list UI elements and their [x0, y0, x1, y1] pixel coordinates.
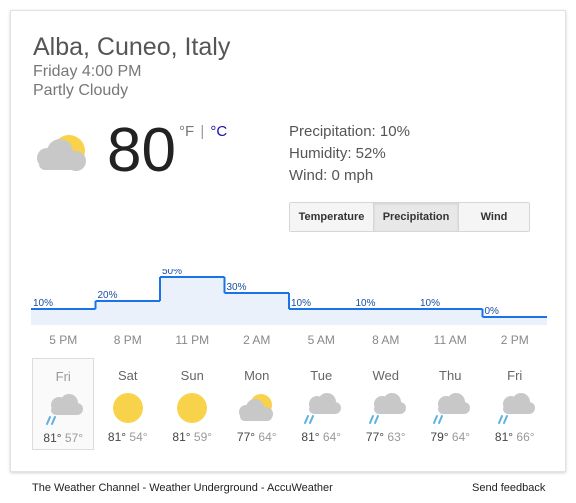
high-temp: 81° — [43, 431, 62, 445]
unit-switcher: °F | °C — [179, 123, 227, 140]
day-name: Wed — [372, 368, 400, 383]
unit-celsius[interactable]: °C — [210, 123, 227, 140]
rain-cloud-icon — [46, 394, 84, 425]
weather-card: Alba, Cuneo, Italy Friday 4:00 PM Partly… — [10, 10, 566, 472]
day-name: Sat — [117, 368, 138, 383]
low-temp: 59° — [193, 430, 213, 444]
day-temps: 81° 57° — [33, 431, 93, 445]
precip-bar-fill — [224, 293, 289, 325]
chart-mode-toggle: Temperature Precipitation Wind — [289, 202, 530, 232]
day-forecast[interactable]: Mon 77° 64° — [226, 358, 288, 450]
day-name: Fri — [55, 369, 71, 384]
day-temps: 79° 64° — [419, 430, 481, 444]
rain-cloud-icon — [497, 393, 535, 424]
precip-bar-fill — [289, 309, 354, 325]
precip-bar-fill — [95, 301, 160, 325]
day-name: Tue — [310, 368, 333, 383]
hour-label: 5 PM — [49, 333, 78, 347]
low-temp: 54° — [129, 430, 148, 444]
day-temps: 81° 66° — [484, 430, 546, 444]
day-forecast[interactable]: Tue 81° 64° — [290, 358, 352, 450]
unit-separator: | — [200, 123, 205, 140]
rain-cloud-icon — [433, 393, 471, 424]
high-temp: 81° — [494, 430, 514, 444]
hour-label: 11 PM — [175, 333, 210, 347]
wind-button[interactable]: Wind — [459, 203, 529, 231]
day-temps: 81° 59° — [161, 430, 223, 444]
day-name: Mon — [244, 368, 270, 383]
precip-bar-fill — [160, 277, 225, 325]
day-forecast[interactable]: Sat 81° 54° — [97, 358, 159, 450]
datetime: Friday 4:00 PM — [33, 63, 142, 80]
high-temp: 81° — [107, 430, 127, 444]
humidity-detail: Humidity: 52% — [289, 145, 386, 162]
low-temp: 66° — [516, 430, 535, 444]
precip-label: 0% — [485, 306, 500, 317]
hour-label: 8 AM — [372, 333, 400, 347]
day-name: Sun — [180, 368, 204, 383]
precip-label: 10% — [356, 298, 376, 309]
day-forecast[interactable]: Fri 81° 66° — [484, 358, 546, 450]
precip-label: 30% — [227, 282, 247, 293]
precip-label: 50% — [162, 269, 182, 277]
hour-label: 2 PM — [500, 333, 529, 347]
day-temps: 77° 64° — [226, 430, 288, 444]
high-temp: 77° — [236, 430, 256, 444]
precip-bar-fill — [482, 317, 547, 325]
precip-label: 10% — [420, 298, 440, 309]
day-name: Thu — [439, 368, 462, 383]
low-temp: 64° — [322, 430, 342, 444]
high-temp: 81° — [301, 430, 320, 444]
high-temp: 77° — [365, 430, 385, 444]
temperature-button[interactable]: Temperature — [290, 203, 374, 231]
precip-label: 10% — [291, 298, 311, 309]
partly-cloudy-icon — [37, 135, 86, 171]
precipitation-chart: 10% 20% 50% 30% 10% 10% 10% 0% — [31, 269, 547, 325]
day-name: Fri — [507, 368, 523, 383]
high-temp: 81° — [172, 430, 191, 444]
rain-cloud-icon — [368, 393, 406, 424]
partly-cloudy-icon — [238, 394, 273, 421]
sun-icon — [112, 393, 143, 423]
hour-label: 11 AM — [433, 333, 467, 347]
hour-label: 2 AM — [243, 333, 271, 347]
hour-label: 5 AM — [307, 333, 335, 347]
precipitation-button[interactable]: Precipitation — [374, 203, 459, 231]
condition: Partly Cloudy — [33, 82, 129, 99]
low-temp: 57° — [64, 431, 84, 445]
precip-label: 10% — [33, 298, 53, 309]
day-forecast[interactable]: Thu 79° 64° — [419, 358, 481, 450]
rain-cloud-icon — [304, 393, 342, 424]
day-forecast[interactable]: Wed 77° 63° — [355, 358, 417, 450]
unit-fahrenheit[interactable]: °F — [179, 123, 194, 140]
day-temps: 81° 54° — [97, 430, 159, 444]
precip-bar-fill — [418, 309, 483, 325]
current-temperature: 80 — [107, 116, 176, 185]
send-feedback-link[interactable]: Send feedback — [472, 482, 545, 494]
day-temps: 81° 64° — [290, 430, 352, 444]
sun-icon — [177, 393, 208, 423]
precip-bar-fill — [353, 309, 418, 325]
day-forecast[interactable]: Fri 81° 57° — [32, 358, 95, 450]
hour-axis: 5 PM 8 PM 11 PM 2 AM 5 AM 8 AM 11 AM 2 PM — [31, 333, 547, 349]
low-temp: 64° — [258, 430, 277, 444]
hour-label: 8 PM — [113, 333, 142, 347]
wind-detail: Wind: 0 mph — [289, 167, 374, 184]
location-title: Alba, Cuneo, Italy — [33, 33, 231, 61]
precip-bar-fill — [31, 309, 96, 325]
low-temp: 63° — [387, 430, 406, 444]
precipitation-detail: Precipitation: 10% — [289, 123, 410, 140]
precip-label: 20% — [98, 290, 118, 301]
day-forecast[interactable]: Sun 81° 59° — [161, 358, 223, 450]
daily-forecast: Fri 81° 57° Sat 81° 54° Sun 81° 59° Mon 77° 64°… — [31, 358, 547, 454]
low-temp: 64° — [451, 430, 471, 444]
day-temps: 77° 63° — [355, 430, 417, 444]
source-links[interactable]: The Weather Channel - Weather Undergroun… — [32, 482, 333, 494]
high-temp: 79° — [430, 430, 449, 444]
weather-details: Precipitation: 10% Humidity: 52% Wind: 0… — [289, 121, 410, 187]
